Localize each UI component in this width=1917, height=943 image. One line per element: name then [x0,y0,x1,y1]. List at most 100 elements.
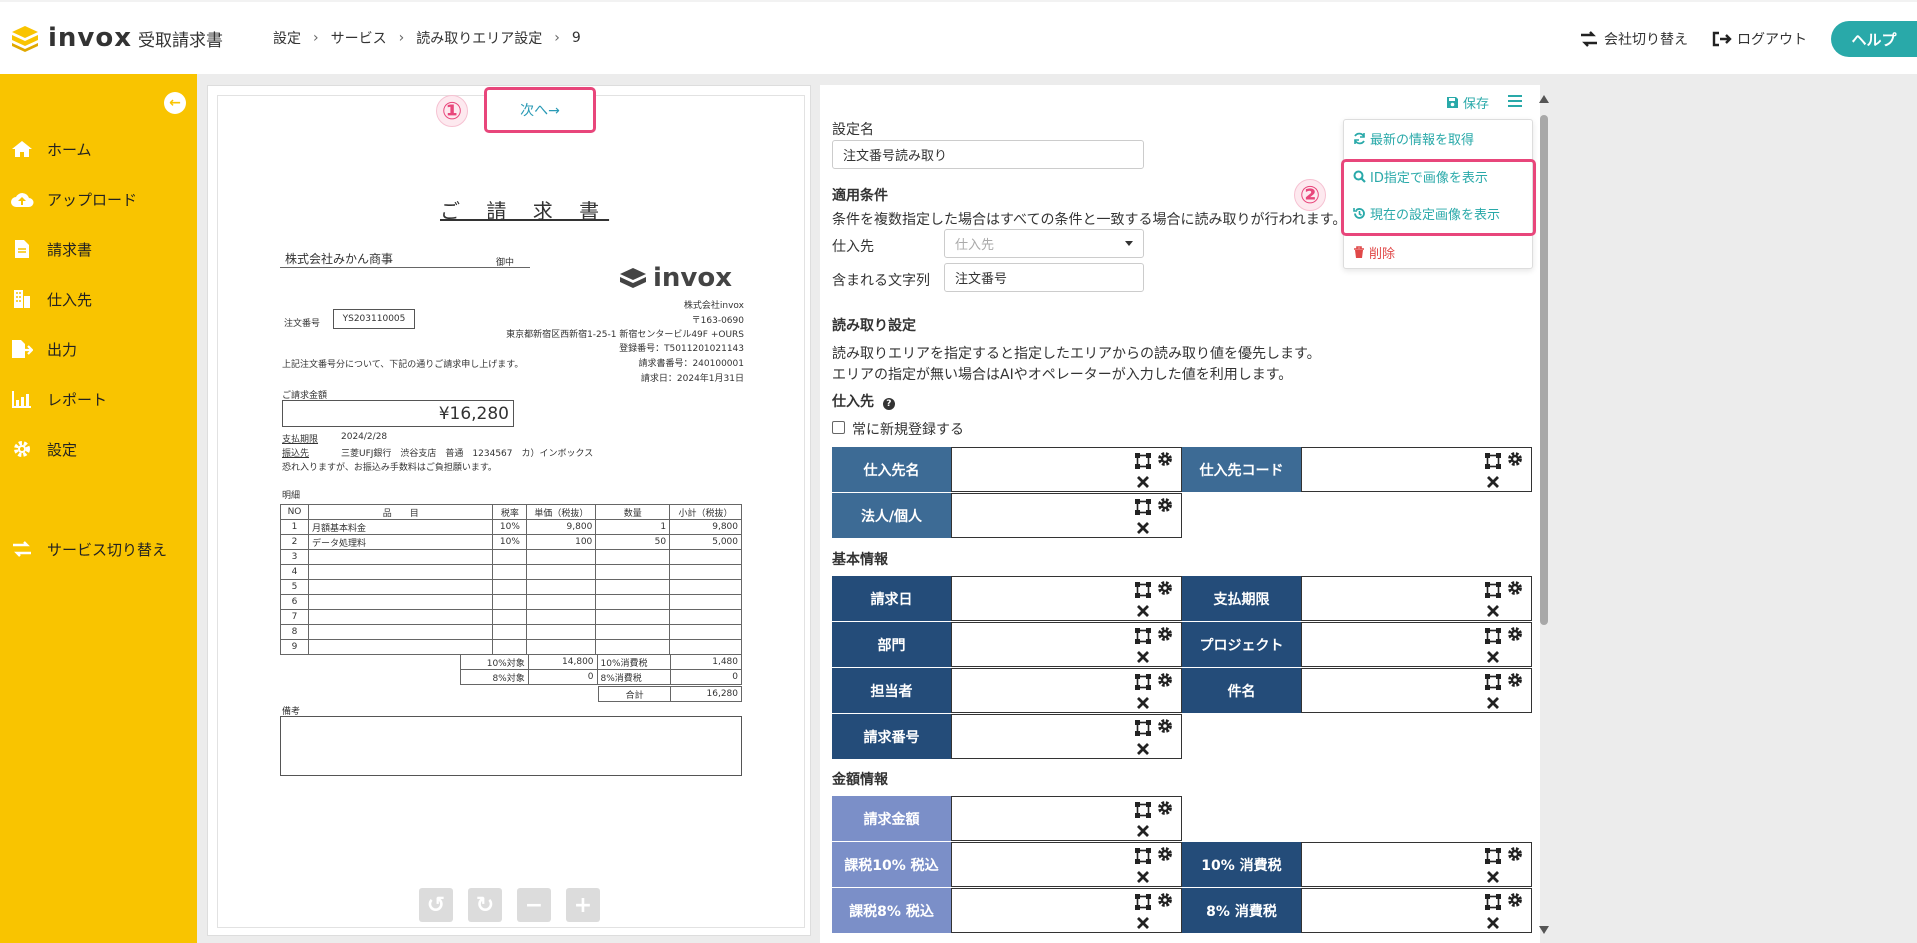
clear-icon[interactable] [1486,870,1500,884]
area-select-icon[interactable] [1135,628,1151,644]
gear-icon[interactable] [1157,451,1173,467]
clear-icon[interactable] [1136,742,1150,756]
clear-icon[interactable] [1136,870,1150,884]
clear-icon[interactable] [1136,824,1150,838]
gear-icon[interactable] [1507,580,1523,596]
invoice-total-table: 合計 16,280 [597,686,742,702]
always-register-label[interactable]: 常に新規登録する [852,419,964,439]
area-cell-invoice-amount[interactable] [951,796,1182,841]
hamburger-menu-icon[interactable] [1508,95,1522,110]
clear-icon[interactable] [1486,650,1500,664]
area-cell-department[interactable] [951,622,1182,667]
collapse-sidebar-icon[interactable]: ← [164,92,186,114]
gear-icon[interactable] [1507,451,1523,467]
menu-item-refresh[interactable]: 最新の情報を取得 [1353,129,1474,148]
scroll-down-icon[interactable] [1539,926,1549,934]
clear-icon[interactable] [1136,916,1150,930]
area-select-icon[interactable] [1135,802,1151,818]
save-label: 保存 [1463,97,1490,112]
area-cell-tax-10[interactable] [1301,842,1532,887]
area-cell-due-date[interactable] [1301,576,1532,621]
gear-icon[interactable] [1157,892,1173,908]
breadcrumb-service[interactable]: サービス [331,28,387,48]
area-cell-taxed-10[interactable] [951,842,1182,887]
gear-icon[interactable] [1507,892,1523,908]
always-register-checkbox[interactable] [832,421,845,434]
area-select-icon[interactable] [1485,453,1501,469]
zoom-out-icon[interactable]: − [517,888,551,922]
clear-icon[interactable] [1136,521,1150,535]
logout-link[interactable]: ログアウト [1712,29,1807,49]
area-select-icon[interactable] [1485,848,1501,864]
help-button[interactable]: ヘルプ [1831,21,1917,57]
sidebar-item-settings[interactable]: 設定 [10,438,77,460]
area-cell-taxed-8[interactable] [951,888,1182,933]
rotate-right-icon[interactable]: ↻ [468,888,502,922]
gear-icon[interactable] [1157,672,1173,688]
sidebar-item-upload[interactable]: アップロード [10,188,137,210]
clear-icon[interactable] [1136,475,1150,489]
breadcrumb-settings[interactable]: 設定 [273,28,301,48]
question-circle-icon[interactable]: ? [882,398,895,410]
area-cell-invoice-date[interactable] [951,576,1182,621]
scroll-up-icon[interactable] [1539,95,1549,103]
field-supplier-name: 仕入先名 [832,447,951,492]
clear-icon[interactable] [1486,604,1500,618]
sidebar-item-invoices[interactable]: 請求書 [10,238,92,260]
form-scrollbar[interactable] [1537,93,1551,936]
breadcrumb: 設定 › サービス › 読み取りエリア設定 › 9 [273,28,581,48]
area-select-icon[interactable] [1485,894,1501,910]
area-select-icon[interactable] [1485,674,1501,690]
gear-icon[interactable] [1157,497,1173,513]
area-cell-supplier-code[interactable] [1301,447,1532,492]
area-select-icon[interactable] [1135,674,1151,690]
breadcrumb-read-area[interactable]: 読み取りエリア設定 [416,28,542,48]
area-select-icon[interactable] [1135,848,1151,864]
area-cell-person[interactable] [951,668,1182,713]
area-select-icon[interactable] [1135,453,1151,469]
area-select-icon[interactable] [1485,582,1501,598]
clear-icon[interactable] [1136,650,1150,664]
switch-company-link[interactable]: 会社切り替え [1579,29,1688,49]
sidebar-item-home[interactable]: ホーム [10,138,92,160]
area-select-icon[interactable] [1135,582,1151,598]
menu-item-delete[interactable]: 削除 [1353,243,1395,262]
supplier-select[interactable]: 仕入先 [944,229,1144,258]
next-button[interactable]: 次へ→ [484,87,596,133]
sidebar-item-suppliers[interactable]: 仕入先 [10,288,92,310]
logo[interactable]: invox 受取請求書 [10,23,223,53]
gear-icon[interactable] [1507,846,1523,862]
chevron-right-icon: › [398,30,405,46]
clear-icon[interactable] [1136,604,1150,618]
rotate-left-icon[interactable]: ↺ [419,888,453,922]
contains-string-input[interactable]: 注文番号 [944,263,1144,292]
gear-icon[interactable] [1157,626,1173,642]
area-cell-project[interactable] [1301,622,1532,667]
clear-icon[interactable] [1136,696,1150,710]
sidebar-item-switch-service[interactable]: サービス切り替え [10,538,167,560]
gear-icon[interactable] [1157,846,1173,862]
area-select-icon[interactable] [1135,499,1151,515]
sidebar-item-export[interactable]: 出力 [10,338,77,360]
scrollbar-thumb[interactable] [1540,115,1548,625]
area-cell-subject[interactable] [1301,668,1532,713]
gear-icon[interactable] [1157,580,1173,596]
area-select-icon[interactable] [1135,720,1151,736]
gear-icon[interactable] [1507,672,1523,688]
clear-icon[interactable] [1486,696,1500,710]
area-cell-invoice-number[interactable] [951,714,1182,759]
gear-icon[interactable] [1507,626,1523,642]
area-cell-entity-type[interactable] [951,493,1182,538]
gear-icon[interactable] [1157,800,1173,816]
area-select-icon[interactable] [1485,628,1501,644]
gear-icon[interactable] [1157,718,1173,734]
area-cell-tax-8[interactable] [1301,888,1532,933]
area-select-icon[interactable] [1135,894,1151,910]
setting-name-input[interactable]: 注文番号読み取り [832,140,1144,169]
clear-icon[interactable] [1486,475,1500,489]
clear-icon[interactable] [1486,916,1500,930]
sidebar-item-report[interactable]: レポート [10,388,107,410]
area-cell-supplier-name[interactable] [951,447,1182,492]
zoom-in-icon[interactable]: + [566,888,600,922]
save-button[interactable]: 保存 [1446,93,1489,112]
